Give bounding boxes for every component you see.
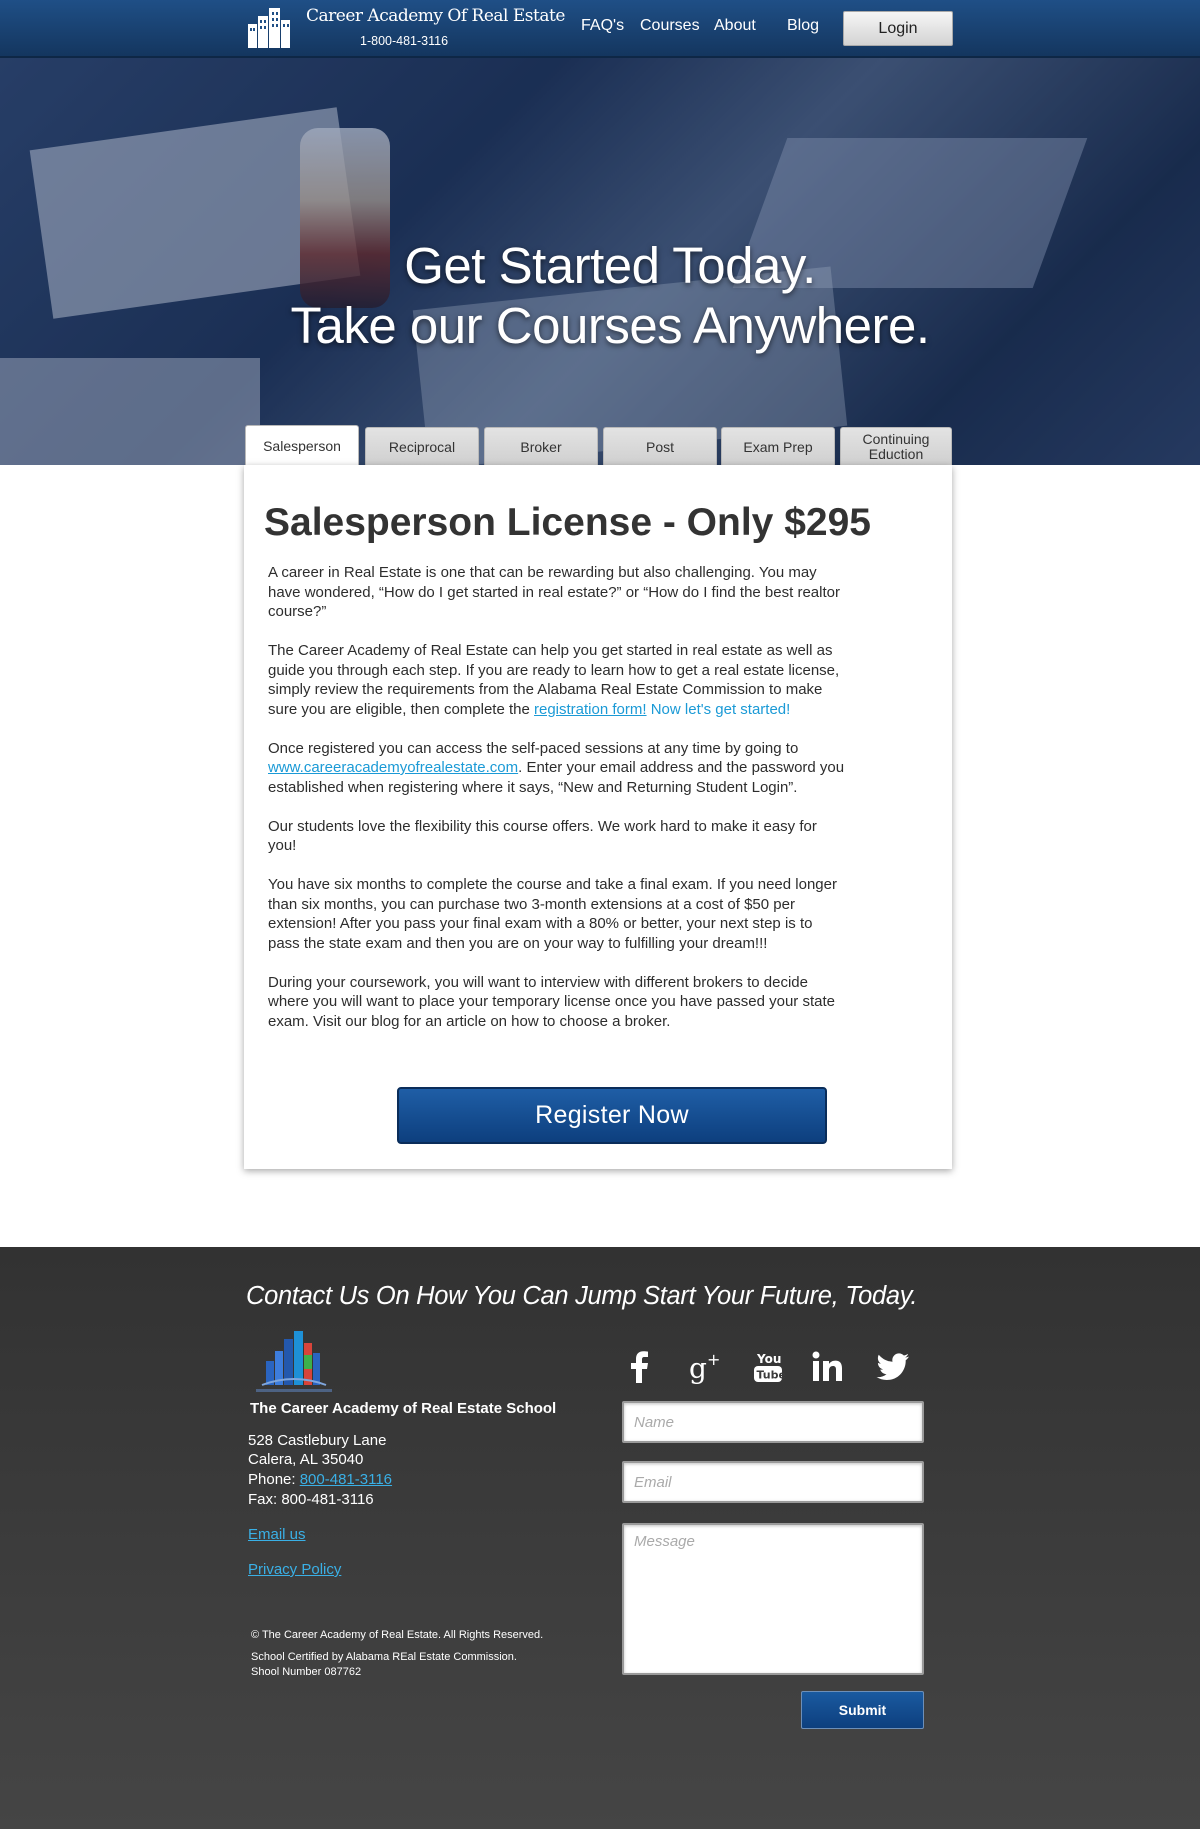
- message-field[interactable]: [622, 1523, 924, 1675]
- copyright-text: © The Career Academy of Real Estate. All…: [251, 1629, 544, 1641]
- site-footer: Contact Us On How You Can Jump Start You…: [0, 1247, 1200, 1829]
- privacy-policy-link[interactable]: Privacy Policy: [248, 1561, 341, 1578]
- site-header: Career Academy Of Real Estate 1-800-481-…: [0, 0, 1200, 58]
- linkedin-icon[interactable]: [808, 1347, 848, 1387]
- tab-continuing-education[interactable]: Continuing Eduction: [840, 427, 952, 466]
- login-button[interactable]: Login: [843, 11, 953, 46]
- register-now-button[interactable]: Register Now: [397, 1087, 827, 1144]
- paragraph-brokers: During your coursework, you will want to…: [268, 973, 835, 1030]
- course-title: Salesperson License - Only $295: [264, 501, 871, 544]
- tab-salesperson[interactable]: Salesperson: [245, 425, 359, 467]
- tab-exam-prep[interactable]: Exam Prep: [721, 427, 835, 466]
- school-number-text: Shool Number 087762: [251, 1666, 362, 1678]
- logo-name: Career Academy Of Real Estate: [306, 6, 565, 26]
- paragraph-timeline: You have six months to complete the cour…: [268, 876, 837, 952]
- email-field[interactable]: [622, 1461, 924, 1503]
- phone-link[interactable]: 800-481-3116: [300, 1471, 392, 1488]
- twitter-icon[interactable]: [873, 1347, 913, 1387]
- svg-text:You: You: [756, 1352, 781, 1366]
- course-card: Salesperson License - Only $295 A career…: [244, 465, 952, 1169]
- course-description: A career in Real Estate is one that can …: [268, 563, 848, 1051]
- google-plus-icon[interactable]: g +: [687, 1347, 727, 1387]
- address-city: Calera, AL 35040: [248, 1451, 364, 1468]
- phone-label: Phone:: [248, 1471, 300, 1488]
- address-street: 528 Castlebury Lane: [248, 1432, 387, 1449]
- paragraph-access: Once registered you can access the self-…: [268, 739, 848, 798]
- school-name: The Career Academy of Real Estate School: [250, 1400, 557, 1417]
- paragraph-flexibility: Our students love the flexibility this c…: [268, 817, 817, 855]
- phone-line: Phone: 800-481-3116: [248, 1471, 392, 1488]
- paragraph-intro: A career in Real Estate is one that can …: [268, 564, 840, 620]
- name-field[interactable]: [622, 1401, 924, 1443]
- hero-headline-line1: Get Started Today.: [404, 237, 816, 294]
- tab-reciprocal[interactable]: Reciprocal: [365, 427, 479, 466]
- footer-logo: [256, 1331, 332, 1392]
- facebook-icon[interactable]: [620, 1347, 660, 1387]
- tab-broker[interactable]: Broker: [484, 427, 598, 466]
- website-link[interactable]: www.careeracademyofrealestate.com: [268, 759, 518, 776]
- email-us-link[interactable]: Email us: [248, 1526, 306, 1543]
- nav-courses[interactable]: Courses: [640, 17, 700, 35]
- nav-faq[interactable]: FAQ's: [581, 17, 624, 35]
- certification-text: School Certified by Alabama REal Estate …: [251, 1651, 517, 1663]
- hero-headline-line2: Take our Courses Anywhere.: [290, 297, 931, 354]
- footer-heading: Contact Us On How You Can Jump Start You…: [246, 1282, 918, 1310]
- submit-button[interactable]: Submit: [801, 1691, 924, 1729]
- nav-blog[interactable]: Blog: [787, 17, 819, 35]
- lets-get-started-text: Now let's get started!: [646, 700, 791, 718]
- svg-text:Tube: Tube: [757, 1369, 786, 1382]
- registration-form-link[interactable]: registration form!: [534, 701, 647, 718]
- tab-post[interactable]: Post: [603, 427, 717, 466]
- youtube-icon[interactable]: You Tube: [748, 1347, 788, 1387]
- nav-about[interactable]: About: [714, 17, 756, 35]
- svg-text:+: +: [707, 1350, 720, 1369]
- hero-banner: Get Started Today. Take our Courses Anyw…: [0, 58, 1200, 465]
- svg-text:g: g: [689, 1352, 707, 1385]
- city-skyline-icon: [248, 8, 290, 48]
- paragraph-text: Once registered you can access the self-…: [268, 739, 799, 757]
- paragraph-getting-started: The Career Academy of Real Estate can he…: [268, 641, 848, 719]
- logo-phone: 1-800-481-3116: [360, 34, 449, 48]
- fax-line: Fax: 800-481-3116: [248, 1491, 374, 1508]
- site-logo[interactable]: Career Academy Of Real Estate 1-800-481-…: [246, 4, 565, 52]
